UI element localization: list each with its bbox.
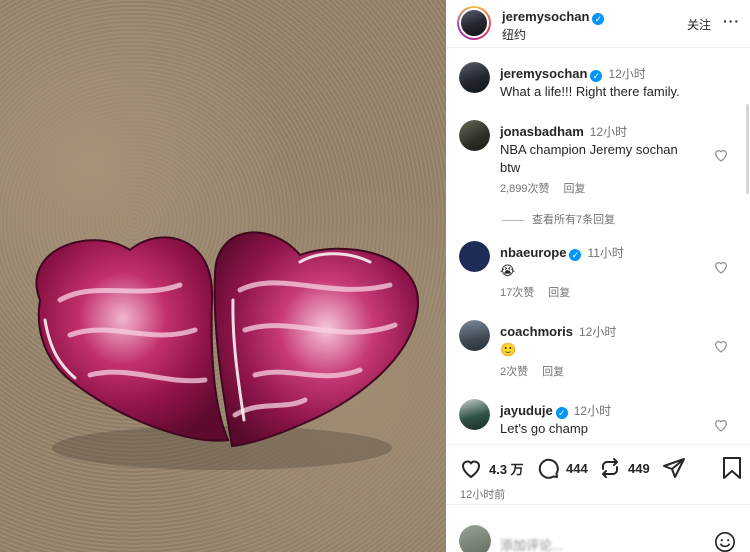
comment-username[interactable]: nbaeurope [500, 245, 566, 260]
comment-avatar[interactable] [459, 120, 490, 151]
bookmark-icon [723, 457, 741, 479]
reposts-count: 449 [628, 460, 650, 476]
more-options-icon[interactable]: ··· [723, 13, 740, 29]
reply-button[interactable]: 回复 [548, 287, 570, 299]
comment-username[interactable]: jayuduje [500, 403, 553, 418]
comment-icon [538, 458, 559, 479]
comment-text: Let’s go champ [500, 421, 588, 436]
like-comment-heart-icon[interactable] [713, 259, 729, 275]
comment-time: 12小时 [573, 404, 612, 418]
post-location[interactable]: 纽约 [502, 26, 526, 43]
comment-meta: 2次赞 回复 [500, 363, 578, 379]
comment-username[interactable]: jonasbadham [500, 124, 584, 139]
comment-avatar[interactable] [459, 399, 490, 430]
comment-username[interactable]: coachmoris [500, 324, 573, 339]
caption-avatar[interactable] [459, 62, 490, 93]
add-comment-input[interactable]: 添加评论... [500, 535, 563, 552]
comments-count: 444 [566, 460, 588, 476]
comment-avatar[interactable] [459, 320, 490, 351]
comment-meta: 17次赞 回复 [500, 284, 584, 300]
comment-likes[interactable]: 17次赞 [500, 287, 534, 299]
author-username[interactable]: jeremysochan ✓ [502, 9, 605, 25]
comment-avatar[interactable] [459, 241, 490, 272]
comment-composer: 添加评论... [446, 504, 750, 552]
repost-icon [602, 458, 618, 478]
caption-username[interactable]: jeremysochan [500, 66, 587, 81]
verified-badge-icon: ✓ [590, 70, 603, 82]
verified-badge-icon: ✓ [592, 13, 605, 25]
comments-list[interactable]: jeremysochan ✓ 12小时 What a life!!! Right t… [446, 48, 750, 444]
verified-badge-icon: ✓ [555, 407, 568, 419]
caption-text: What a life!!! Right there family. [500, 84, 680, 99]
emoji-icon[interactable] [714, 531, 736, 552]
comment-header: coachmoris 12小时 [500, 323, 616, 340]
comment-likes[interactable]: 2,899次赞 [500, 183, 550, 195]
comment-text: 😭 [500, 263, 516, 278]
caption-time: 12小时 [608, 67, 646, 81]
verified-badge-icon: ✓ [569, 249, 582, 261]
comment-header: jonasbadham 12小时 [500, 123, 627, 140]
author-avatar[interactable] [457, 6, 491, 40]
follow-button[interactable]: 关注 [687, 16, 711, 33]
comment-time: 12小时 [589, 125, 628, 139]
post-sidebar: jeremysochan ✓ 纽约 关注 ··· jeremysochan ✓ 12小… [446, 0, 750, 552]
comment-header: nbaeurope ✓ 11小时 [500, 244, 624, 261]
comment-time: 11小时 [587, 246, 624, 260]
likes-count: 4.3 万 [489, 461, 524, 477]
comment-time: 12小时 [578, 325, 617, 339]
like-comment-heart-icon[interactable] [713, 338, 729, 354]
comment-header: jayuduje ✓ 12小时 [500, 402, 611, 419]
view-replies-button[interactable]: 查看所有7条回复 [502, 211, 615, 227]
share-icon [663, 458, 685, 478]
comment-likes[interactable]: 2次赞 [500, 366, 528, 378]
like-comment-heart-icon[interactable] [713, 147, 729, 163]
current-user-avatar [459, 525, 491, 552]
post-timestamp: 12小时前 [460, 489, 506, 501]
comment-meta: 2,899次赞 回复 [500, 180, 600, 196]
caption-header: jeremysochan ✓ 12小时 [500, 65, 646, 82]
heart-icon [461, 460, 481, 479]
glass-hearts-image [35, 231, 420, 470]
like-comment-heart-icon[interactable] [713, 417, 729, 433]
comment-button[interactable]: 444 [536, 456, 588, 480]
post-actions: 4.3 万 444 449 12小时前 [446, 444, 750, 504]
share-button[interactable] [662, 456, 692, 480]
reply-button[interactable]: 回复 [542, 366, 564, 378]
comment-text: NBA champion Jeremy sochan btw [500, 142, 678, 175]
like-button[interactable]: 4.3 万 [459, 456, 524, 480]
comment-text: 🙂 [500, 342, 517, 357]
post-image[interactable] [0, 0, 446, 552]
repost-button[interactable]: 449 [598, 456, 650, 480]
reply-button[interactable]: 回复 [564, 183, 586, 195]
comments-scrollbar[interactable] [746, 104, 749, 194]
post-header: jeremysochan ✓ 纽约 关注 ··· [446, 0, 750, 48]
save-button[interactable] [721, 456, 749, 480]
